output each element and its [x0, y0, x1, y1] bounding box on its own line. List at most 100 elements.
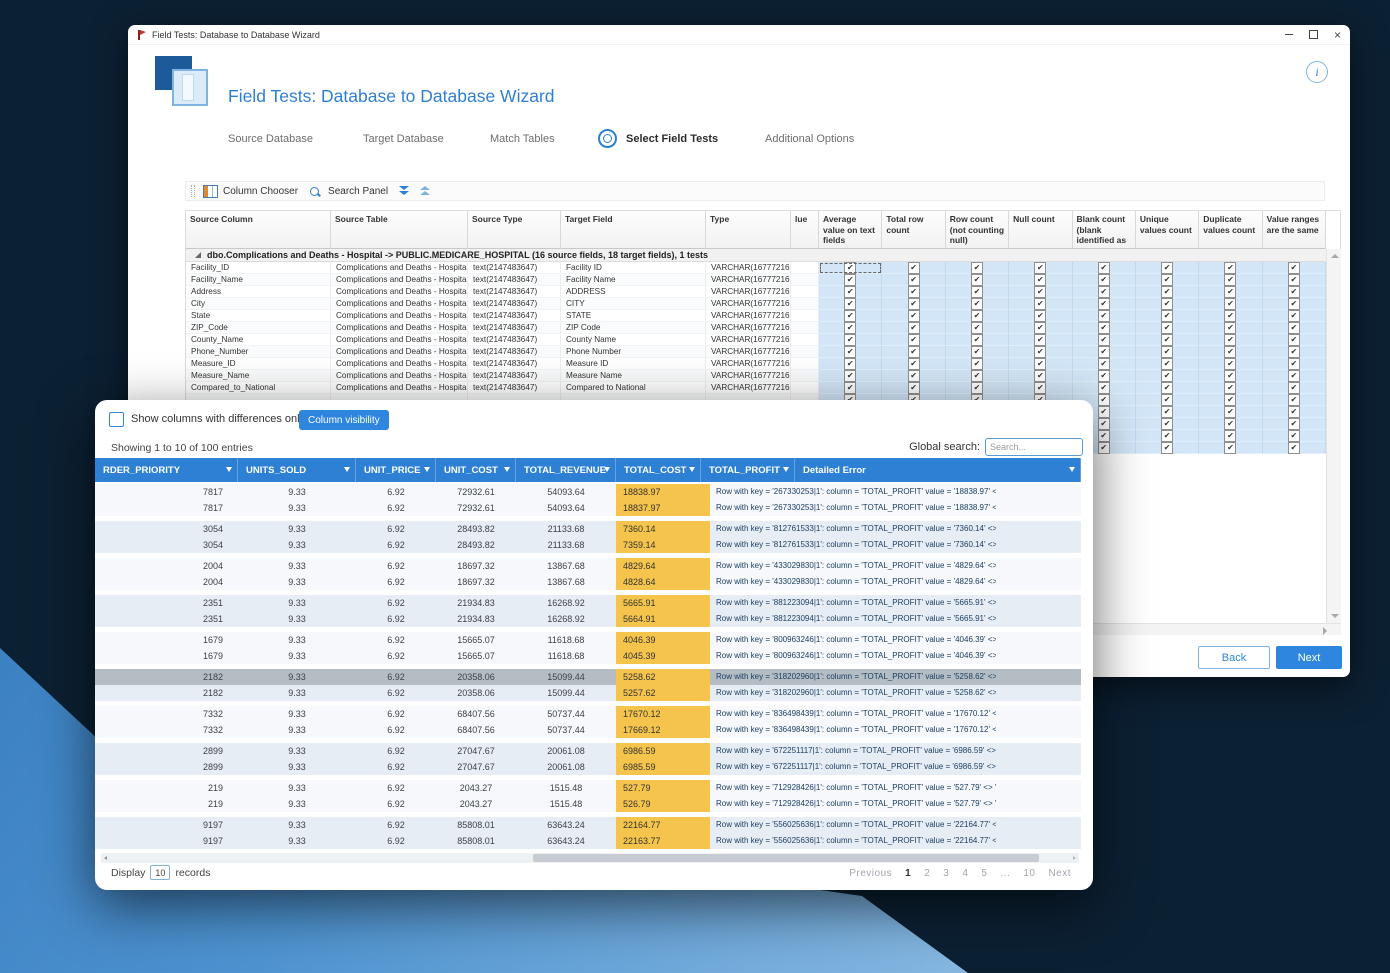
grid-check-cell[interactable] [1136, 418, 1199, 430]
grid-check-cell[interactable] [882, 358, 945, 370]
grid-check-cell[interactable] [882, 370, 945, 382]
result-row[interactable]: 21829.336.9220358.0615099.445258.62Row w… [95, 669, 1081, 685]
checkbox-checked-icon[interactable] [1098, 286, 1110, 298]
grid-check-cell[interactable] [1136, 394, 1199, 406]
grid-check-cell[interactable] [882, 334, 945, 346]
grid-check-cell[interactable] [1009, 358, 1072, 370]
grid-check-cell[interactable] [1009, 322, 1072, 334]
checkbox-checked-icon[interactable] [1161, 358, 1173, 370]
grid-check-cell[interactable] [1136, 310, 1199, 322]
result-row[interactable]: 21829.336.9220358.0615099.445257.62Row w… [95, 685, 1081, 701]
checkbox-checked-icon[interactable] [971, 334, 983, 346]
checkbox-checked-icon[interactable] [1034, 346, 1046, 358]
grid-check-cell[interactable] [1136, 406, 1199, 418]
grid-column-header[interactable]: Type [706, 211, 791, 249]
checkbox-checked-icon[interactable] [908, 286, 920, 298]
checkbox-checked-icon[interactable] [1161, 346, 1173, 358]
filter-arrow-icon[interactable] [226, 467, 232, 472]
grid-check-cell[interactable] [1136, 286, 1199, 298]
checkbox-checked-icon[interactable] [1224, 430, 1236, 442]
grid-check-cell[interactable] [946, 346, 1009, 358]
checkbox-checked-icon[interactable] [1098, 358, 1110, 370]
pagination-page-3[interactable]: 3 [943, 868, 949, 879]
collapse-all-icon[interactable] [399, 186, 409, 196]
expand-all-icon[interactable] [420, 186, 430, 196]
grid-check-cell[interactable] [1073, 262, 1136, 274]
result-row[interactable]: 16799.336.9215665.0711618.684045.39Row w… [95, 648, 1081, 664]
grid-check-cell[interactable] [1136, 382, 1199, 394]
checkbox-checked-icon[interactable] [1224, 406, 1236, 418]
tab-source-database[interactable]: Source Database [228, 133, 313, 145]
tab-match-tables[interactable]: Match Tables [490, 133, 555, 145]
grid-check-cell[interactable] [882, 322, 945, 334]
checkbox-checked-icon[interactable] [1034, 262, 1046, 274]
grid-group-row[interactable]: dbo.Complications and Deaths - Hospital … [186, 249, 1326, 262]
checkbox-checked-icon[interactable] [844, 370, 856, 382]
checkbox-checked-icon[interactable] [1161, 430, 1173, 442]
grid-check-cell[interactable] [1263, 274, 1326, 286]
checkbox-checked-icon[interactable] [908, 334, 920, 346]
column-chooser-button[interactable]: Column Chooser [223, 186, 298, 197]
grid-check-cell[interactable] [946, 286, 1009, 298]
result-row[interactable]: 2199.336.922043.271515.48527.79Row with … [95, 780, 1081, 796]
grid-check-cell[interactable] [1199, 262, 1262, 274]
checkbox-checked-icon[interactable] [1224, 418, 1236, 430]
grid-check-cell[interactable] [1263, 382, 1326, 394]
grid-check-cell[interactable] [1263, 346, 1326, 358]
result-row[interactable]: 78179.336.9272932.6154093.6418838.97Row … [95, 484, 1081, 500]
grid-check-cell[interactable] [1136, 346, 1199, 358]
search-panel-button[interactable]: Search Panel [328, 186, 388, 197]
checkbox-checked-icon[interactable] [1034, 358, 1046, 370]
grid-check-cell[interactable] [946, 334, 1009, 346]
checkbox-checked-icon[interactable] [1161, 382, 1173, 394]
checkbox-checked-icon[interactable] [1161, 274, 1173, 286]
checkbox-checked-icon[interactable] [844, 286, 856, 298]
checkbox-checked-icon[interactable] [1224, 286, 1236, 298]
grid-check-cell[interactable] [1009, 262, 1072, 274]
checkbox-checked-icon[interactable] [1224, 382, 1236, 394]
grid-check-column-header[interactable]: Unique values count [1136, 211, 1199, 249]
grid-check-cell[interactable] [1073, 310, 1136, 322]
grid-check-cell[interactable] [1199, 322, 1262, 334]
results-horizontal-scrollbar[interactable] [101, 853, 1079, 863]
grid-check-column-header[interactable]: Value ranges are the same [1263, 211, 1326, 249]
grid-check-cell[interactable] [1263, 334, 1326, 346]
grid-column-header[interactable]: Source Table [331, 211, 468, 249]
grid-check-cell[interactable] [1263, 286, 1326, 298]
result-row[interactable]: 78179.336.9272932.6154093.6418837.97Row … [95, 500, 1081, 516]
result-row[interactable]: 30549.336.9228493.8221133.687360.14Row w… [95, 521, 1081, 537]
result-row[interactable]: 91979.336.9285808.0163643.2422163.77Row … [95, 833, 1081, 849]
grid-column-header[interactable]: lue [791, 211, 819, 249]
checkbox-checked-icon[interactable] [1098, 322, 1110, 334]
grid-check-cell[interactable] [819, 346, 882, 358]
checkbox-checked-icon[interactable] [971, 286, 983, 298]
checkbox-checked-icon[interactable] [1098, 298, 1110, 310]
checkbox-checked-icon[interactable] [844, 334, 856, 346]
grid-check-cell[interactable] [819, 310, 882, 322]
checkbox-checked-icon[interactable] [1098, 310, 1110, 322]
grid-check-cell[interactable] [1009, 310, 1072, 322]
grid-check-cell[interactable] [882, 310, 945, 322]
pagination-page-4[interactable]: 4 [962, 868, 968, 879]
checkbox-checked-icon[interactable] [908, 346, 920, 358]
grid-check-cell[interactable] [1199, 310, 1262, 322]
checkbox-checked-icon[interactable] [971, 382, 983, 394]
grid-check-cell[interactable] [1009, 286, 1072, 298]
filter-arrow-icon[interactable] [783, 467, 789, 472]
grid-check-cell[interactable] [1009, 274, 1072, 286]
grid-check-cell[interactable] [1199, 346, 1262, 358]
checkbox-checked-icon[interactable] [971, 298, 983, 310]
grid-check-cell[interactable] [1073, 274, 1136, 286]
grid-check-cell[interactable] [1199, 418, 1262, 430]
scrollbar-thumb[interactable] [533, 854, 1039, 862]
filter-arrow-icon[interactable] [424, 467, 430, 472]
checkbox-checked-icon[interactable] [1288, 346, 1300, 358]
grid-check-cell[interactable] [819, 322, 882, 334]
grid-check-cell[interactable] [1263, 310, 1326, 322]
checkbox-checked-icon[interactable] [1034, 310, 1046, 322]
pagination-page-5[interactable]: 5 [981, 868, 987, 879]
grid-check-cell[interactable] [819, 358, 882, 370]
checkbox-checked-icon[interactable] [908, 310, 920, 322]
checkbox-checked-icon[interactable] [844, 298, 856, 310]
grid-check-cell[interactable] [1199, 370, 1262, 382]
